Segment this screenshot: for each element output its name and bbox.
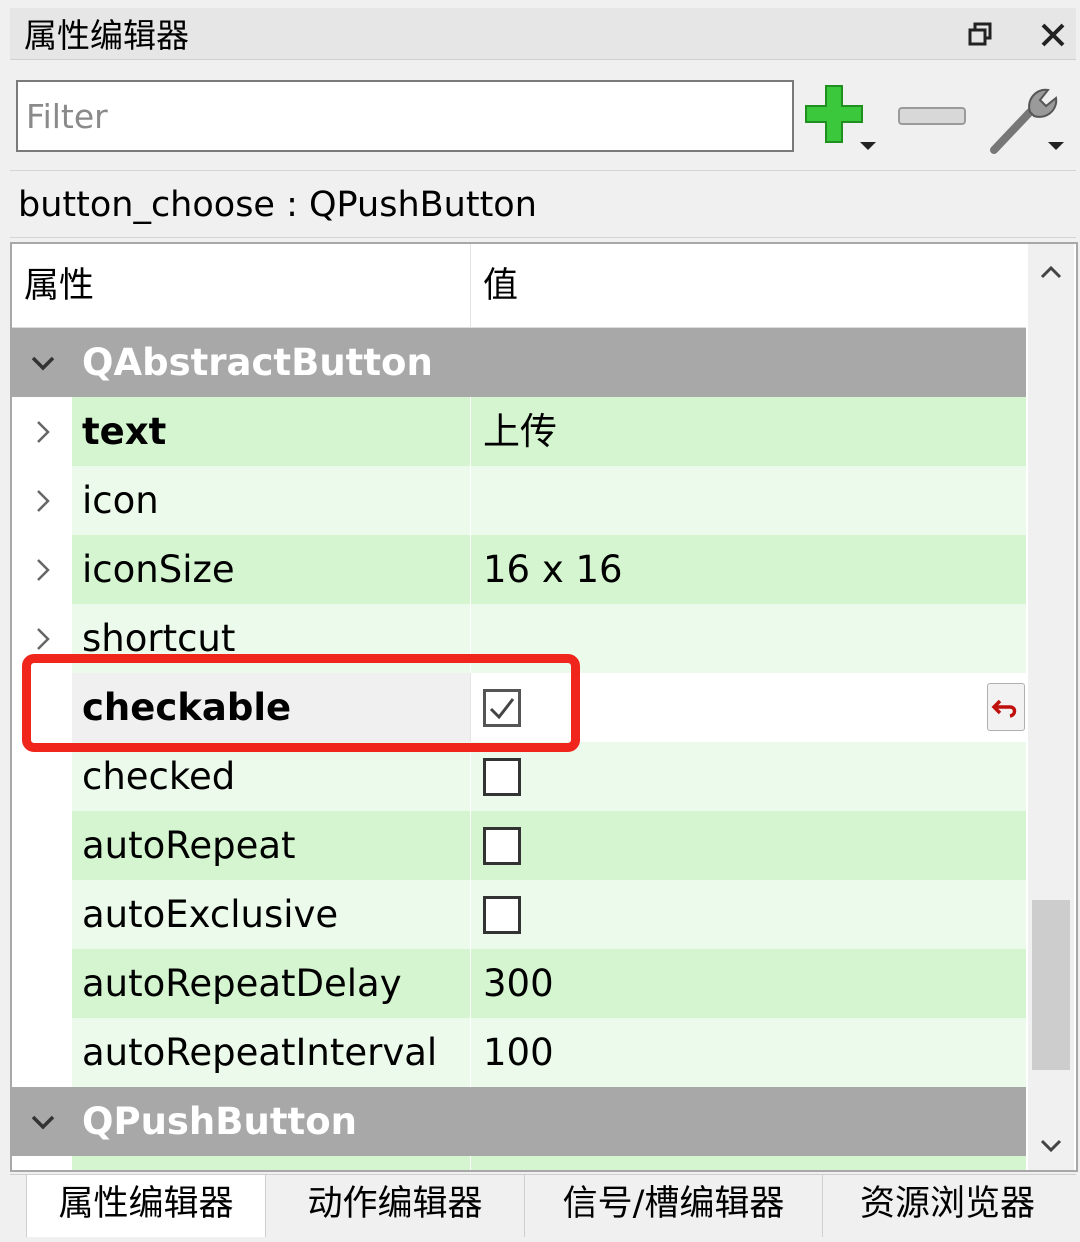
tab-resource-browser[interactable]: 资源浏览器 [822, 1175, 1072, 1237]
property-value[interactable] [470, 742, 1026, 811]
property-name [72, 1156, 470, 1170]
close-icon[interactable] [1040, 22, 1066, 48]
property-value[interactable] [470, 673, 1026, 742]
property-row-checkable[interactable]: checkable [12, 673, 1026, 742]
chevron-down-icon[interactable] [30, 1109, 56, 1135]
chevron-right-icon[interactable] [30, 488, 56, 514]
property-row-autorepeat[interactable]: autoRepeat [12, 811, 1026, 880]
filter-input[interactable] [18, 82, 792, 150]
property-value[interactable] [470, 811, 1026, 880]
property-name: icon [72, 466, 470, 535]
reset-property-button[interactable] [987, 683, 1025, 731]
property-row-partial[interactable] [12, 1156, 1026, 1170]
checkmark-icon [489, 698, 515, 720]
property-name: shortcut [72, 604, 470, 673]
property-value[interactable] [470, 604, 1026, 673]
dock-tab-bar: 属性编辑器 动作编辑器 信号/槽编辑器 资源浏览器 [10, 1174, 1076, 1237]
chevron-right-icon[interactable] [30, 626, 56, 652]
property-row-iconsize[interactable]: iconSize 16 x 16 [12, 535, 1026, 604]
tab-action-editor[interactable]: 动作编辑器 [274, 1175, 516, 1237]
autorepeat-checkbox[interactable] [483, 827, 521, 865]
property-row-shortcut[interactable]: shortcut [12, 604, 1026, 673]
chevron-right-icon[interactable] [30, 419, 56, 445]
property-name: iconSize [72, 535, 470, 604]
object-class-bar: button_choose : QPushButton [10, 170, 1076, 238]
autoexclusive-checkbox[interactable] [483, 896, 521, 934]
object-name-label: button_choose : QPushButton [18, 185, 537, 225]
property-value[interactable]: 100 [470, 1018, 1026, 1087]
property-tree: 属性 值 QAbstractButton text 上传 icon iconSi… [10, 242, 1078, 1172]
add-property-icon[interactable] [800, 82, 880, 154]
property-row-autorepeatinterval[interactable]: autoRepeatInterval 100 [12, 1018, 1026, 1087]
wrench-icon[interactable] [986, 82, 1066, 156]
group-label: QAbstractButton [82, 341, 433, 384]
property-row-autorepeatdelay[interactable]: autoRepeatDelay 300 [12, 949, 1026, 1018]
property-name: text [72, 397, 470, 466]
property-name: autoRepeatInterval [72, 1018, 470, 1087]
group-row-qpushbutton[interactable]: QPushButton [12, 1087, 1026, 1156]
chevron-down-icon[interactable] [30, 350, 56, 376]
vertical-scrollbar[interactable] [1028, 244, 1074, 1170]
property-row-checked[interactable]: checked [12, 742, 1026, 811]
remove-property-icon[interactable] [896, 100, 968, 134]
float-restore-icon[interactable] [968, 22, 992, 46]
tab-property-editor[interactable]: 属性编辑器 [26, 1175, 266, 1237]
group-label: QPushButton [82, 1100, 357, 1143]
property-row-autoexclusive[interactable]: autoExclusive [12, 880, 1026, 949]
scrollbar-thumb[interactable] [1032, 900, 1070, 1070]
property-value[interactable] [470, 880, 1026, 949]
title-bar: 属性编辑器 [10, 8, 1076, 60]
column-header-value[interactable]: 值 [470, 244, 1026, 328]
undo-arrow-icon [991, 699, 1017, 718]
chevron-right-icon[interactable] [30, 557, 56, 583]
window-title: 属性编辑器 [24, 16, 189, 55]
checked-checkbox[interactable] [483, 758, 521, 796]
property-name: checked [72, 742, 470, 811]
property-row-icon[interactable]: icon [12, 466, 1026, 535]
column-header-property[interactable]: 属性 [12, 244, 470, 328]
property-name: checkable [72, 673, 470, 742]
scroll-up-icon[interactable] [1040, 262, 1062, 284]
property-row-text[interactable]: text 上传 [12, 397, 1026, 466]
property-value[interactable]: 上传 [470, 397, 1026, 466]
group-row-qabstractbutton[interactable]: QAbstractButton [12, 328, 1026, 397]
property-name: autoRepeatDelay [72, 949, 470, 1018]
property-value[interactable]: 300 [470, 949, 1026, 1018]
property-value[interactable] [470, 466, 1026, 535]
scroll-down-icon[interactable] [1040, 1134, 1062, 1156]
tab-signal-slot-editor[interactable]: 信号/槽编辑器 [524, 1175, 822, 1237]
property-value[interactable]: 16 x 16 [470, 535, 1026, 604]
tree-header: 属性 值 [12, 244, 1026, 328]
property-name: autoExclusive [72, 880, 470, 949]
property-name: autoRepeat [72, 811, 470, 880]
property-value[interactable] [470, 1156, 1026, 1170]
filter-field[interactable] [16, 80, 794, 152]
checkable-checkbox[interactable] [483, 689, 521, 727]
